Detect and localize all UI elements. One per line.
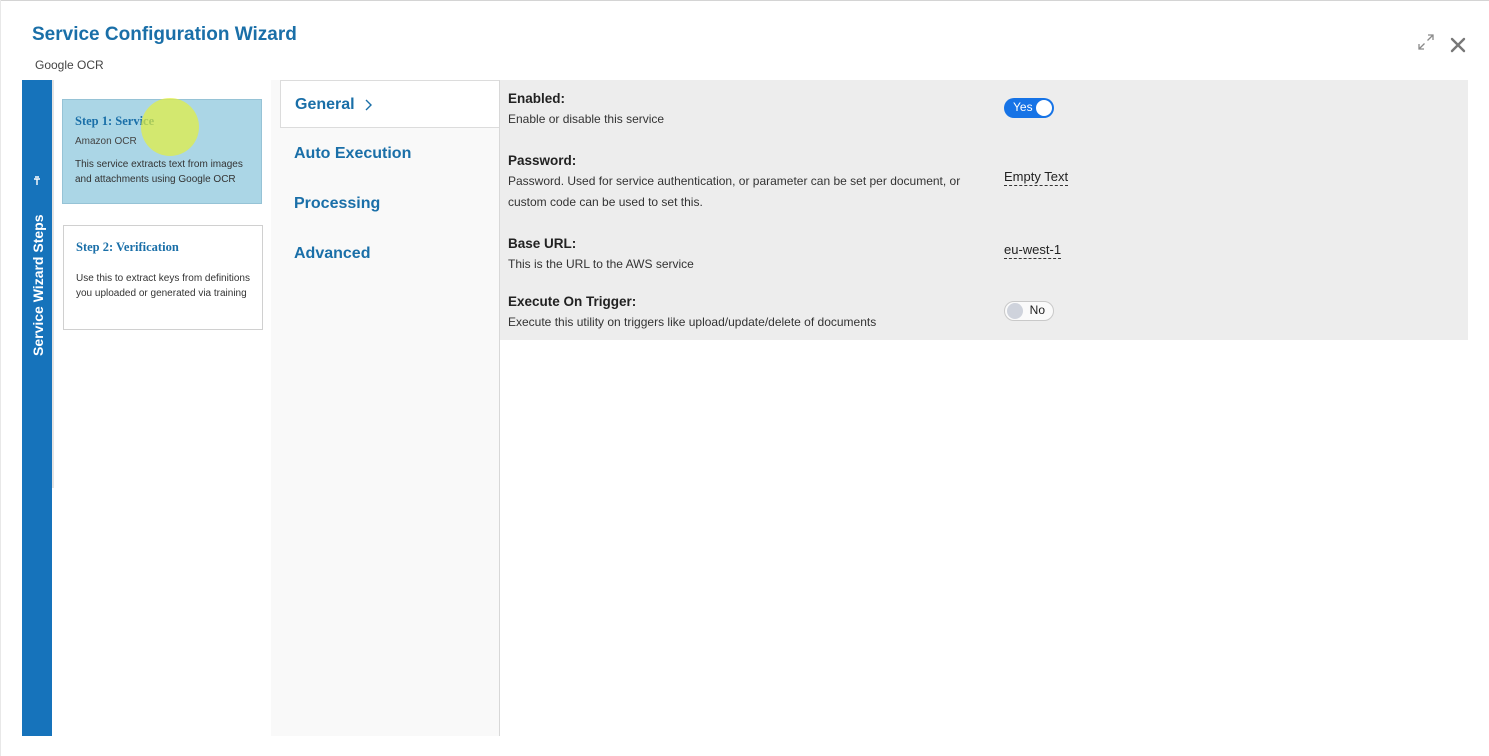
tab-label: Processing <box>294 195 381 212</box>
steps-sidebar[interactable]: Service Wizard Steps <box>22 80 52 736</box>
step-description: This service extracts text from images a… <box>75 159 243 185</box>
password-description: Password. Used for service authenticatio… <box>508 174 961 209</box>
chevron-right-icon <box>365 99 372 111</box>
dialog-subtitle: Google OCR <box>35 58 104 72</box>
steps-sidebar-label: Service Wizard Steps <box>30 214 46 357</box>
settings-panel: Enabled: Enable or disable this service … <box>500 80 1468 340</box>
steps-sidebar-edge <box>52 80 54 488</box>
step-card-verification[interactable]: Step 2: Verification Use this to extract… <box>63 225 263 330</box>
tab-label: Advanced <box>294 245 371 262</box>
tab-general[interactable]: General <box>280 80 500 128</box>
base-url-description: This is the URL to the AWS service <box>508 257 694 271</box>
tab-label: Auto Execution <box>294 145 412 162</box>
base-url-field[interactable]: eu-west-1 <box>1004 242 1062 259</box>
expand-icon[interactable] <box>1417 33 1435 51</box>
toggle-label: Yes <box>1013 100 1033 114</box>
close-icon[interactable] <box>1450 37 1466 53</box>
tab-auto-execution[interactable]: Auto Execution <box>280 130 500 178</box>
step-subtitle: Amazon OCR <box>75 136 137 147</box>
step-description: Use this to extract keys from definition… <box>76 273 250 299</box>
base-url-label: Base URL: <box>508 236 577 251</box>
step-card-service[interactable]: Step 1: Service Amazon OCR This service … <box>62 99 262 204</box>
window-left-border <box>0 0 1 756</box>
toggle-knob <box>1036 100 1052 116</box>
step-title: Step 1: Service <box>75 114 155 128</box>
execute-on-trigger-description: Execute this utility on triggers like up… <box>508 315 877 329</box>
dialog-title: Service Configuration Wizard <box>32 24 297 45</box>
enabled-description: Enable or disable this service <box>508 112 665 126</box>
tab-advanced[interactable]: Advanced <box>280 230 500 278</box>
tabs-column: General Auto Execution Processing Advanc… <box>271 80 500 736</box>
execute-on-trigger-label: Execute On Trigger: <box>508 294 637 309</box>
tab-processing[interactable]: Processing <box>280 180 500 228</box>
toggle-label: No <box>1029 303 1045 317</box>
enabled-label: Enabled: <box>508 91 566 106</box>
tab-label: General <box>295 96 355 113</box>
password-field[interactable]: Empty Text <box>1004 169 1069 186</box>
execute-on-trigger-toggle[interactable]: No <box>1004 301 1054 321</box>
toggle-knob <box>1007 303 1023 319</box>
window-top-border <box>0 0 1489 1</box>
enabled-toggle[interactable]: Yes <box>1004 98 1054 118</box>
password-label: Password: <box>508 153 577 168</box>
step-title: Step 2: Verification <box>76 240 179 254</box>
pin-icon[interactable] <box>32 176 42 186</box>
